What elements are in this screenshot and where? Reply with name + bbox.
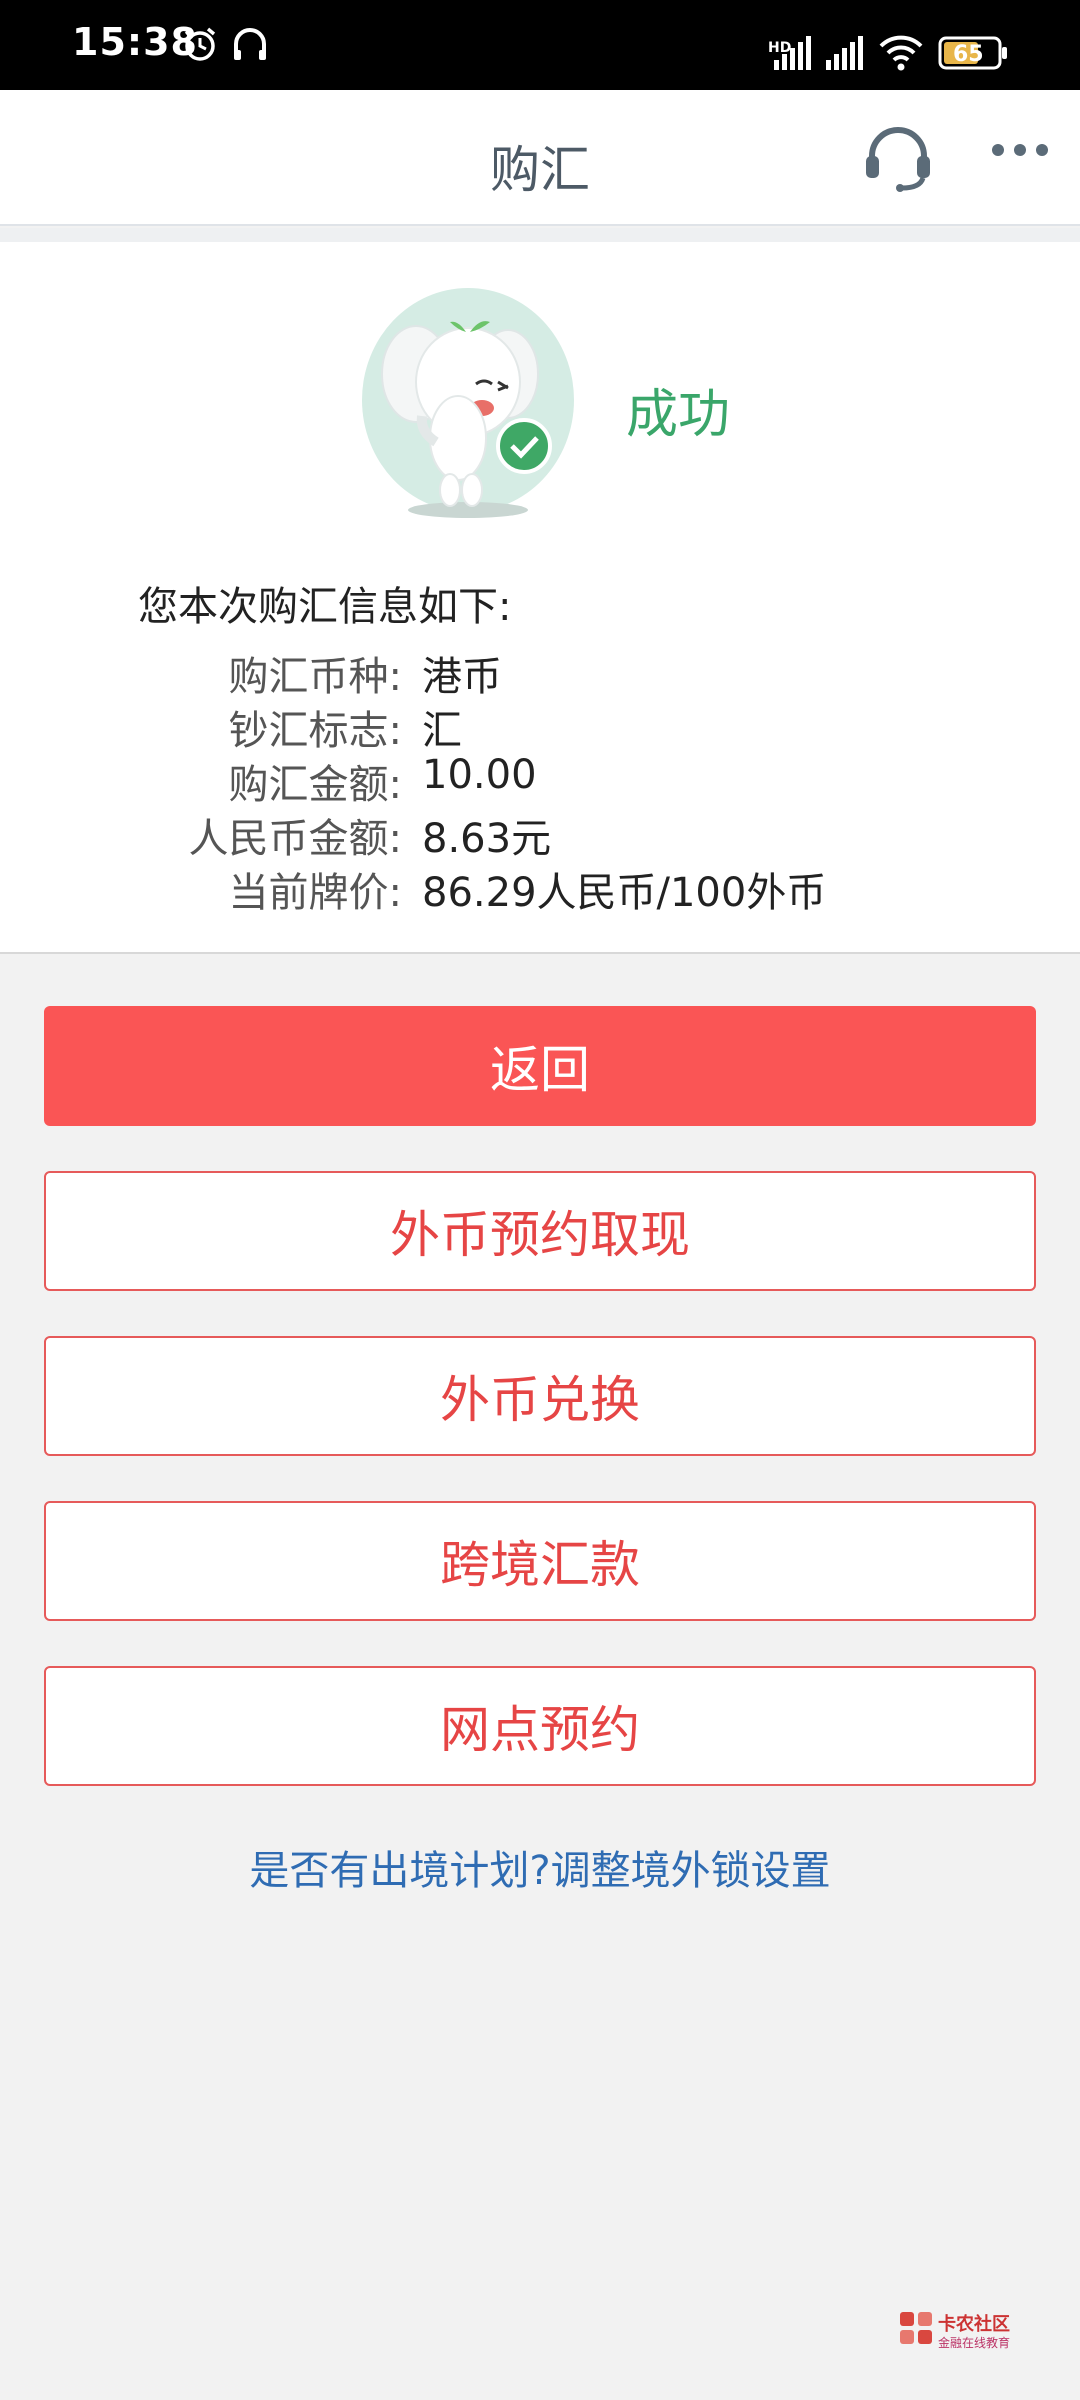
info-label: 购汇金额: (228, 762, 402, 808)
status-bar: 15:38 HD 65 (0, 0, 1080, 90)
result-card: 成功 您本次购汇信息如下: 购汇币种: 港币 钞汇标志: 汇 购汇金额: 10.… (0, 242, 1080, 954)
back-button[interactable]: 返回 (44, 1006, 1036, 1126)
info-value: 86.29人民币/100外币 (422, 870, 827, 916)
info-value: 8.63元 (422, 816, 552, 862)
info-value: 10.00 (422, 752, 537, 798)
headphone-icon (234, 28, 266, 60)
branch-reservation-button[interactable]: 网点预约 (44, 1666, 1036, 1786)
info-value: 港币 (422, 654, 502, 700)
header-divider (0, 228, 1080, 242)
wifi-icon (879, 35, 923, 71)
signal-icon-1 (774, 36, 811, 70)
signal-icon-2 (826, 36, 863, 70)
result-intro: 您本次购汇信息如下: (138, 584, 512, 630)
elephant-mascot-icon (362, 288, 574, 518)
success-status: 成功 (626, 385, 731, 445)
overseas-lock-link[interactable]: 是否有出境计划?调整境外锁设置 (0, 1838, 1080, 1896)
info-label: 人民币金额: (188, 816, 402, 862)
watermark-logo-icon (900, 2312, 932, 2344)
fx-exchange-button[interactable]: 外币兑换 (44, 1336, 1036, 1456)
alarm-icon (184, 27, 216, 61)
customer-service-icon[interactable] (862, 122, 934, 194)
info-row-rate: 当前牌价: 86.29人民币/100外币 (0, 860, 1080, 916)
more-icon[interactable] (990, 140, 1050, 160)
info-row-rmb-amount: 人民币金额: 8.63元 (0, 806, 1080, 862)
info-label: 购汇币种: (228, 654, 402, 700)
app-header: 购汇 (0, 90, 1080, 226)
info-value: 汇 (422, 708, 462, 754)
battery-level: 65 (953, 42, 984, 67)
info-label: 钞汇标志: (228, 708, 402, 754)
info-label: 当前牌价: (228, 870, 402, 916)
watermark-sub: 金融在线教育 (938, 2336, 1011, 2350)
info-row-amount: 购汇金额: 10.00 (0, 752, 1080, 808)
fx-withdraw-reservation-button[interactable]: 外币预约取现 (44, 1171, 1036, 1291)
watermark-name: 卡农社区 (938, 2314, 1010, 2335)
cross-border-remittance-button[interactable]: 跨境汇款 (44, 1501, 1036, 1621)
info-row-cash-flag: 钞汇标志: 汇 (0, 698, 1080, 754)
info-row-currency: 购汇币种: 港币 (0, 644, 1080, 700)
